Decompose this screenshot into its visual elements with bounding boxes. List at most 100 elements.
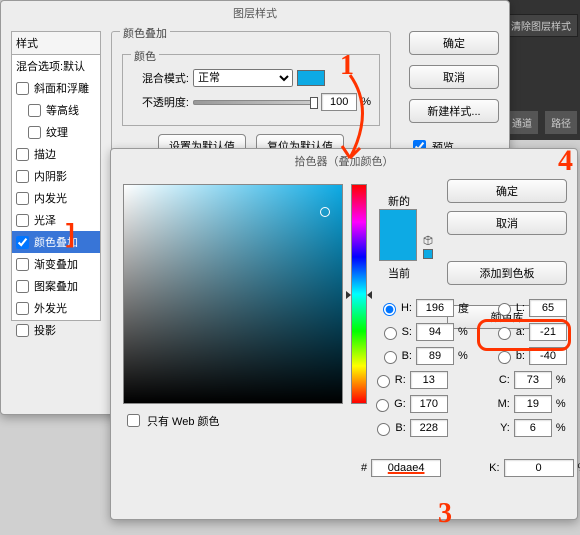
k-input[interactable] bbox=[504, 459, 574, 477]
c-label: C: bbox=[499, 374, 510, 386]
bri-label: B: bbox=[402, 350, 412, 362]
style-item-8[interactable]: 渐变叠加 bbox=[12, 253, 100, 275]
style-checkbox-3[interactable] bbox=[16, 148, 29, 161]
new-color-label: 新的 bbox=[379, 193, 419, 209]
r-input[interactable] bbox=[410, 371, 448, 389]
style-label-9: 图案叠加 bbox=[34, 278, 78, 294]
g-radio[interactable] bbox=[376, 399, 389, 412]
style-item-10[interactable]: 外发光 bbox=[12, 297, 100, 319]
lab-b-label: b: bbox=[516, 350, 525, 362]
color-subgroup-label: 颜色 bbox=[131, 48, 159, 64]
annotation-arrow bbox=[325, 70, 385, 170]
color-field[interactable] bbox=[123, 184, 343, 404]
style-label-0: 斜面和浮雕 bbox=[34, 80, 89, 96]
k-label: K: bbox=[489, 462, 499, 474]
style-item-3[interactable]: 描边 bbox=[12, 143, 100, 165]
style-item-2[interactable]: 纹理 bbox=[12, 121, 100, 143]
opacity-slider[interactable] bbox=[193, 100, 317, 105]
style-item-5[interactable]: 内发光 bbox=[12, 187, 100, 209]
style-checkbox-11[interactable] bbox=[16, 324, 29, 337]
layer-style-title: 图层样式 bbox=[1, 1, 509, 25]
picker-ok-button[interactable]: 确定 bbox=[447, 179, 567, 203]
bl-input[interactable] bbox=[410, 419, 448, 437]
style-label-1: 等高线 bbox=[46, 102, 79, 118]
style-item-11[interactable]: 投影 bbox=[12, 319, 100, 341]
l-radio[interactable] bbox=[498, 303, 511, 316]
style-checkbox-6[interactable] bbox=[16, 214, 29, 227]
h-label: H: bbox=[401, 302, 412, 314]
hex-prefix: # bbox=[361, 462, 367, 474]
l-input[interactable] bbox=[529, 299, 567, 317]
style-list: 样式 混合选项:默认 斜面和浮雕等高线纹理描边内阴影内发光光泽颜色叠加渐变叠加图… bbox=[11, 31, 101, 321]
color-field-marker[interactable] bbox=[320, 207, 330, 217]
bri-input[interactable] bbox=[416, 347, 454, 365]
s-unit: % bbox=[458, 326, 471, 338]
style-checkbox-4[interactable] bbox=[16, 170, 29, 183]
blend-options-default[interactable]: 混合选项:默认 bbox=[12, 55, 100, 77]
annotation-1: 1 bbox=[340, 50, 354, 82]
tab-channels[interactable]: 通道 bbox=[506, 111, 538, 134]
style-item-7[interactable]: 颜色叠加 bbox=[12, 231, 100, 253]
h-radio[interactable] bbox=[383, 303, 396, 316]
g-input[interactable] bbox=[410, 395, 448, 413]
r-label: R: bbox=[395, 374, 406, 386]
style-label-5: 内发光 bbox=[34, 190, 67, 206]
bri-unit: % bbox=[458, 350, 471, 362]
style-checkbox-10[interactable] bbox=[16, 302, 29, 315]
style-checkbox-8[interactable] bbox=[16, 258, 29, 271]
y-input[interactable] bbox=[514, 419, 552, 437]
picker-cancel-button[interactable]: 取消 bbox=[447, 211, 567, 235]
color-picker-dialog: 拾色器（叠加颜色） 新的 当前 确定 取消 添加到色板 颜色库 H: 度 L: … bbox=[110, 148, 578, 520]
r-radio[interactable] bbox=[377, 375, 390, 388]
y-label: Y: bbox=[500, 422, 510, 434]
style-checkbox-7[interactable] bbox=[16, 236, 29, 249]
lab-b-radio[interactable] bbox=[498, 351, 511, 364]
annotation-4: 4 bbox=[558, 144, 573, 178]
m-input[interactable] bbox=[514, 395, 552, 413]
s-radio[interactable] bbox=[384, 327, 397, 340]
style-label-2: 纹理 bbox=[46, 124, 68, 140]
new-style-button[interactable]: 新建样式... bbox=[409, 99, 499, 123]
style-item-6[interactable]: 光泽 bbox=[12, 209, 100, 231]
style-checkbox-1[interactable] bbox=[28, 104, 41, 117]
style-label-4: 内阴影 bbox=[34, 168, 67, 184]
overlay-color-swatch[interactable] bbox=[297, 70, 325, 86]
style-label-11: 投影 bbox=[34, 322, 56, 338]
hex-input[interactable] bbox=[371, 459, 441, 477]
h-input[interactable] bbox=[416, 299, 454, 317]
style-label-3: 描边 bbox=[34, 146, 56, 162]
style-checkbox-9[interactable] bbox=[16, 280, 29, 293]
bl-radio[interactable] bbox=[377, 423, 390, 436]
current-color-label: 当前 bbox=[379, 265, 419, 281]
hue-slider[interactable] bbox=[351, 184, 367, 404]
layer-ok-button[interactable]: 确定 bbox=[409, 31, 499, 55]
web-only-label: 只有 Web 颜色 bbox=[147, 413, 220, 429]
c-input[interactable] bbox=[514, 371, 552, 389]
style-checkbox-2[interactable] bbox=[28, 126, 41, 139]
new-color-swatch bbox=[380, 210, 416, 235]
add-to-swatches-button[interactable]: 添加到色板 bbox=[447, 261, 567, 285]
web-only-checkbox[interactable] bbox=[127, 414, 140, 427]
style-item-0[interactable]: 斜面和浮雕 bbox=[12, 77, 100, 99]
annotation-3: 3 bbox=[438, 498, 452, 530]
annotation-bracket: ] bbox=[66, 218, 75, 249]
style-list-header: 样式 bbox=[12, 32, 100, 55]
style-checkbox-0[interactable] bbox=[16, 82, 29, 95]
h-unit: 度 bbox=[458, 300, 471, 316]
bri-radio[interactable] bbox=[384, 351, 397, 364]
style-checkbox-5[interactable] bbox=[16, 192, 29, 205]
clear-layer-style-button[interactable]: 清除图层样式 bbox=[504, 14, 578, 37]
layer-cancel-button[interactable]: 取消 bbox=[409, 65, 499, 89]
s-input[interactable] bbox=[416, 323, 454, 341]
style-item-1[interactable]: 等高线 bbox=[12, 99, 100, 121]
cube-icon bbox=[423, 235, 433, 245]
style-item-9[interactable]: 图案叠加 bbox=[12, 275, 100, 297]
tab-paths[interactable]: 路径 bbox=[545, 111, 577, 134]
blend-mode-select[interactable]: 正常 bbox=[193, 69, 293, 87]
web-safe-swatch[interactable] bbox=[423, 249, 433, 259]
style-label-8: 渐变叠加 bbox=[34, 256, 78, 272]
m-label: M: bbox=[498, 398, 510, 410]
style-label-6: 光泽 bbox=[34, 212, 56, 228]
style-item-4[interactable]: 内阴影 bbox=[12, 165, 100, 187]
g-label: G: bbox=[394, 398, 406, 410]
